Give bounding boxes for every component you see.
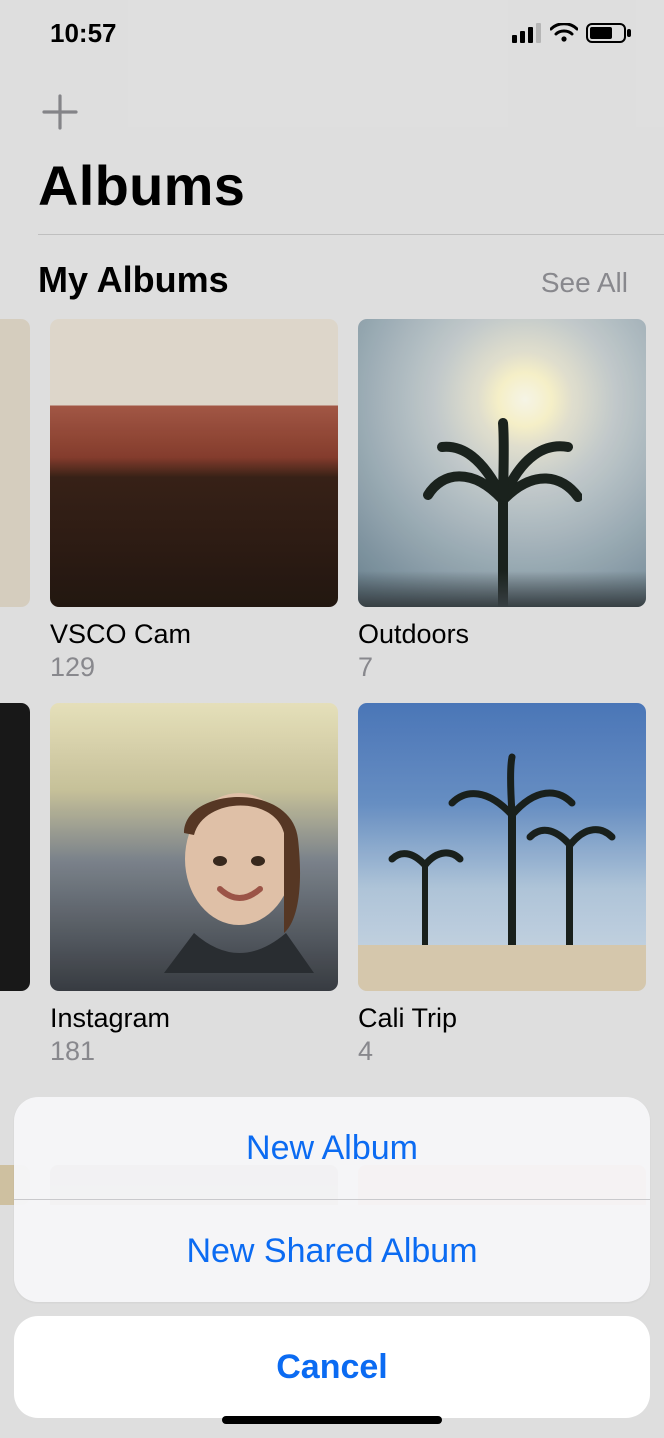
- see-all-link[interactable]: See All: [541, 267, 628, 299]
- album-thumb: [358, 319, 646, 607]
- album-card[interactable]: Cali Trip 4: [358, 703, 646, 1067]
- album-thumb: [50, 703, 338, 991]
- photos-albums-screen: 10:57: [0, 0, 664, 1438]
- new-album-button[interactable]: New Album: [14, 1097, 650, 1199]
- wifi-icon: [550, 23, 578, 43]
- albums-row-2: Instagram 181: [0, 703, 664, 1067]
- album-count: 181: [50, 1036, 338, 1067]
- album-count: 129: [50, 652, 338, 683]
- album-count: 7: [358, 652, 646, 683]
- album-card[interactable]: Outdoors 7: [358, 319, 646, 683]
- album-title: VSCO Cam: [50, 619, 338, 650]
- portrait-icon: [164, 773, 314, 973]
- status-indicators: [512, 23, 632, 43]
- album-thumb: [50, 319, 338, 607]
- status-time: 10:57: [50, 18, 117, 49]
- album-card[interactable]: VSCO Cam 129: [50, 319, 338, 683]
- album-card[interactable]: [0, 703, 30, 1067]
- album-title: Outdoors: [358, 619, 646, 650]
- cancel-button[interactable]: Cancel: [14, 1316, 650, 1418]
- album-thumb: [0, 319, 30, 607]
- action-sheet: New Album New Shared Album Cancel: [14, 1097, 650, 1418]
- add-album-button[interactable]: [36, 88, 84, 136]
- new-shared-album-button[interactable]: New Shared Album: [14, 1200, 650, 1302]
- albums-scroll[interactable]: VSCO Cam 129 Outdoors 7: [0, 319, 664, 1205]
- plus-icon: [40, 92, 80, 132]
- status-bar: 10:57: [0, 0, 664, 60]
- section-header: My Albums See All: [0, 235, 664, 319]
- palm-tree-icon: [422, 417, 582, 607]
- page-title: Albums: [0, 137, 664, 234]
- album-card[interactable]: [0, 319, 30, 683]
- album-title: Instagram: [50, 1003, 338, 1034]
- section-title: My Albums: [38, 259, 229, 301]
- action-sheet-group: New Album New Shared Album: [14, 1097, 650, 1302]
- navbar: [0, 60, 664, 137]
- album-count: 4: [358, 1036, 646, 1067]
- palms-icon: [358, 703, 646, 991]
- album-card[interactable]: Instagram 181: [50, 703, 338, 1067]
- action-sheet-cancel-group: Cancel: [14, 1316, 650, 1418]
- album-title: Cali Trip: [358, 1003, 646, 1034]
- album-thumb: [358, 703, 646, 991]
- albums-row-1: VSCO Cam 129 Outdoors 7: [0, 319, 664, 683]
- home-indicator[interactable]: [222, 1416, 442, 1424]
- cellular-icon: [512, 23, 542, 43]
- album-thumb: [0, 703, 30, 991]
- battery-icon: [586, 23, 632, 43]
